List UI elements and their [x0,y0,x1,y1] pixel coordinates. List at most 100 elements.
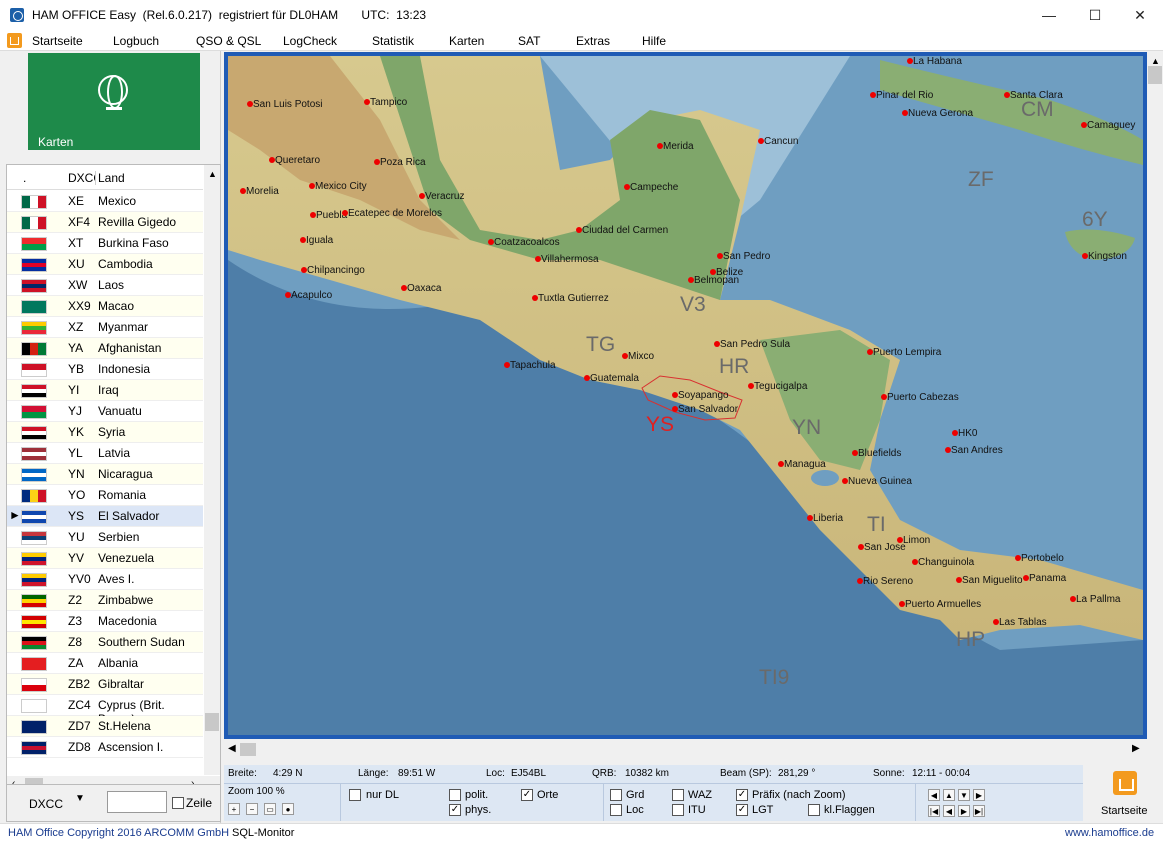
flag-icon [21,720,47,734]
list-row[interactable]: YU Serbien [7,527,203,548]
map-hscroll-thumb[interactable] [240,743,256,756]
list-row[interactable]: XW Laos [7,275,203,296]
flag-icon [21,594,47,608]
lgt-checkbox[interactable]: ✓ [736,804,748,816]
list-row[interactable]: ► YS El Salvador [7,506,203,527]
praefix-checkbox[interactable]: ✓ [736,789,748,801]
menu-qso-qsl[interactable]: QSO & QSL [196,34,261,48]
map-view[interactable]: San Luis Potosi Tampico Queretaro Poza Rica… [224,52,1147,739]
home-icon[interactable] [7,33,22,48]
map-scroll-thumb[interactable] [1148,66,1162,84]
startseite-label: Startseite [1101,805,1148,817]
sql-monitor-link[interactable]: SQL-Monitor [232,827,294,839]
list-vertical-scrollbar[interactable]: ▲ [204,165,220,775]
zoom-rect-icon[interactable]: ▭ [264,803,276,815]
list-row[interactable]: XT Burkina Faso [7,233,203,254]
waz-checkbox[interactable] [672,789,684,801]
list-row[interactable]: YL Latvia [7,443,203,464]
minimize-button[interactable]: — [1026,0,1072,31]
nur-dl-checkbox[interactable] [349,789,361,801]
header-land[interactable]: Land [98,171,125,185]
dropdown-arrow-icon[interactable]: ▼ [75,793,85,804]
list-row[interactable]: Z8 Southern Sudan [7,632,203,653]
list-row[interactable]: YJ Vanuatu [7,401,203,422]
menu-sat[interactable]: SAT [518,34,540,48]
map-scroll-up-icon[interactable]: ▲ [1151,56,1160,66]
nav-up-icon[interactable]: ▲ [943,789,955,801]
globe-view-icon[interactable]: ● [282,803,294,815]
list-row[interactable]: XE Mexico [7,191,203,212]
map-scroll-right-icon[interactable]: ▶ [1132,743,1140,754]
row-prefix: XT [68,236,84,250]
orte-checkbox[interactable]: ✓ [521,789,533,801]
klflaggen-checkbox[interactable] [808,804,820,816]
nav-down-icon[interactable]: ▼ [958,789,970,801]
scroll-up-icon[interactable]: ▲ [208,169,217,179]
zoom-label: Zoom 100 % [228,786,285,797]
sonne-value: 12:11 - 00:04 [912,768,971,779]
scroll-thumb[interactable] [205,713,219,731]
list-row[interactable]: YK Syria [7,422,203,443]
menu-hilfe[interactable]: Hilfe [642,34,666,48]
list-row[interactable]: YA Afghanistan [7,338,203,359]
zoom-in-icon[interactable]: + [228,803,240,815]
list-row[interactable]: YB Indonesia [7,359,203,380]
startseite-button[interactable]: Startseite [1086,765,1163,821]
menu-startseite[interactable]: Startseite [32,34,83,48]
list-row[interactable]: ZC4Cyprus (Brit. Bases) [7,695,203,726]
nav-next-icon[interactable]: ▶ [973,789,985,801]
list-row[interactable]: YO Romania [7,485,203,506]
grd-checkbox[interactable] [610,789,622,801]
list-row[interactable]: ZD8 Ascension I. [7,737,203,758]
itu-checkbox[interactable] [672,804,684,816]
map-vertical-scrollbar[interactable]: ▲ [1147,52,1163,741]
menu-karten[interactable]: Karten [449,34,484,48]
list-row[interactable]: Z3 Macedonia [7,611,203,632]
list-row[interactable]: Z2 Zimbabwe [7,590,203,611]
map-scroll-left-icon[interactable]: ◀ [228,743,236,754]
nav-fwd-icon[interactable]: ▶ [958,805,970,817]
close-button[interactable]: ✕ [1117,0,1163,31]
list-row[interactable]: ZD7 St.Helena [7,716,203,737]
karten-tile[interactable]: Karten [28,53,200,150]
menu-logbuch[interactable]: Logbuch [113,34,159,48]
dxcc-prefix-label: TI [867,513,886,536]
list-row[interactable]: YV0 Aves I. [7,569,203,590]
maximize-button[interactable]: ☐ [1072,0,1118,31]
list-row[interactable]: XX9 Macao [7,296,203,317]
header-dxcc[interactable]: DXCC [68,171,96,185]
search-field[interactable] [107,791,167,813]
flag-icon [21,636,47,650]
nav-first-icon[interactable]: ◀ [928,789,940,801]
list-row[interactable]: XF4 Revilla Gigedo [7,212,203,233]
list-row[interactable]: YN Nicaragua [7,464,203,485]
menu-extras[interactable]: Extras [576,34,610,48]
nav-prev-icon[interactable]: ◀ [943,805,955,817]
city-label: Coatzacoalcos [494,237,560,248]
menu-logcheck[interactable]: LogCheck [283,34,337,48]
city-label: Managua [784,459,826,470]
list-row[interactable]: YI Iraq [7,380,203,401]
nav-home-icon[interactable]: |◀ [928,805,940,817]
list-row[interactable]: XZ Myanmar [7,317,203,338]
loc-checkbox[interactable] [610,804,622,816]
menu-statistik[interactable]: Statistik [372,34,414,48]
polit-checkbox[interactable] [449,789,461,801]
header-dot[interactable]: . [23,171,26,185]
row-country: Albania [98,656,139,670]
website-link[interactable]: www.hamoffice.de [1065,827,1154,839]
list-row[interactable]: XU Cambodia [7,254,203,275]
karten-tile-label: Karten [38,135,74,149]
mode-select[interactable]: DXCC [29,797,63,811]
zoom-out-icon[interactable]: − [246,803,258,815]
list-row[interactable]: YV Venezuela [7,548,203,569]
dxcc-prefix-label: TI9 [759,666,790,689]
list-row[interactable]: ZB2 Gibraltar [7,674,203,695]
phys-checkbox[interactable]: ✓ [449,804,461,816]
dxcc-list[interactable]: . DXCC Land XE Mexico XF4 Revilla Gigedo XT B… [6,164,221,808]
map-horizontal-scrollbar[interactable]: ◀ ▶ [224,741,1147,758]
list-row[interactable]: ZA Albania [7,653,203,674]
nav-last-icon[interactable]: ▶| [973,805,985,817]
flag-icon [21,384,47,398]
zeile-checkbox[interactable] [172,797,184,809]
